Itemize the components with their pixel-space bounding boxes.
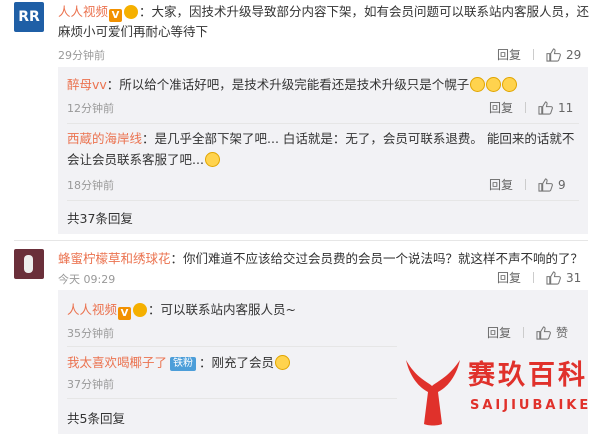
watermark-brand: 赛玖百科	[468, 360, 588, 391]
reply-text: ：可以联系站内客服人员~	[148, 302, 296, 317]
more-replies-link[interactable]: 共37条回复	[67, 208, 133, 227]
reply-text: ：是几乎全部下架了吧... 白话就是：无了，会员可联系退费。 能回来的话就不	[142, 131, 575, 146]
divider	[67, 200, 579, 201]
divider	[67, 123, 579, 124]
comment-text-cont: 麻烦小可爱们再耐心等待下	[58, 24, 209, 39]
like-label[interactable]: 赞	[556, 324, 568, 341]
reply-button[interactable]: 回复	[497, 46, 521, 63]
divider	[67, 346, 397, 347]
reply-text: ：所以给个准话好吧，是技术升级完能看还是技术升级只是个幌子	[106, 77, 470, 92]
reply-timestamp: 37分钟前	[67, 378, 114, 391]
like-thumb-icon[interactable]	[546, 270, 561, 285]
like-count: 11	[558, 100, 574, 115]
like-count: 31	[566, 270, 582, 285]
like-count: 29	[566, 47, 582, 62]
reply-actions: 回复 赞	[487, 324, 568, 341]
reply-username[interactable]: 西蔵的海岸线	[67, 131, 142, 146]
like-thumb-icon[interactable]	[546, 47, 561, 62]
verified-v-icon: V	[118, 307, 132, 320]
like-thumb-icon[interactable]	[536, 325, 551, 340]
reply-button[interactable]: 回复	[489, 176, 513, 193]
comment-actions: 回复 29	[497, 46, 581, 63]
watermark: 赛玖百科 SAIJIUBAIKE	[396, 350, 594, 434]
reply-button[interactable]: 回复	[497, 269, 521, 286]
comment-actions: 回复 31	[497, 269, 581, 286]
reply-item: 西蔵的海岸线：是几乎全部下架了吧... 白话就是：无了，会员可联系退费。 能回来…	[67, 129, 574, 148]
timestamp: 29分钟前	[58, 49, 105, 62]
comment-text: ：你们难道不应该给交过会员费的会员一个说法吗？就这样不声不响的了？	[170, 251, 584, 266]
whale-tail-logo-icon	[406, 360, 460, 426]
avatar-renren[interactable]: RR	[14, 2, 44, 32]
divider	[533, 272, 535, 283]
reply-item: 我太喜欢喝椰子了 铁粉 ：刚充了会员	[67, 353, 291, 372]
like-count: 9	[558, 177, 566, 192]
reply-actions: 回复 11	[489, 99, 573, 116]
comment-header: 人人视频 V ：大家，因技术升级导致部分内容下架，如有会员问题可以联系站内客服人员，…	[58, 2, 589, 22]
reply-item: 醉母vv：所以给个准话好吧，是技术升级完能看还是技术升级只是个幌子	[67, 75, 518, 94]
reply-timestamp: 12分钟前	[67, 102, 114, 115]
verified-v-icon: V	[109, 9, 123, 22]
tears-laugh-emoji-icon	[204, 152, 220, 167]
comment-divider	[14, 240, 588, 241]
timestamp: 今天 09:29	[58, 273, 116, 286]
reply-button[interactable]: 回复	[489, 99, 513, 116]
reply-button[interactable]: 回复	[487, 324, 511, 341]
avatar[interactable]	[14, 249, 44, 279]
reply-text: ：刚充了会员	[199, 355, 275, 370]
fan-badge-icon	[124, 5, 139, 19]
divider	[523, 327, 525, 338]
reply-timestamp: 35分钟前	[67, 327, 114, 340]
username[interactable]: 人人视频	[58, 4, 108, 19]
comment-text: ：大家，因技术升级导致部分内容下架，如有会员问题可以联系站内客服人员，还	[139, 4, 590, 19]
laugh-emoji-icon	[470, 77, 486, 92]
fan-badge-icon	[133, 303, 148, 317]
reply-text-cont: 会让会员联系客服了吧...	[67, 152, 204, 167]
comment-header: 蜂蜜柠檬草和绣球花：你们难道不应该给交过会员费的会员一个说法吗？就这样不声不响的…	[58, 249, 583, 268]
reply-timestamp: 18分钟前	[67, 179, 114, 192]
reply-item: 人人视频 V ：可以联系站内客服人员~	[67, 300, 296, 320]
watermark-sub: SAIJIUBAIKE	[470, 398, 592, 413]
like-thumb-icon[interactable]	[538, 100, 553, 115]
like-thumb-icon[interactable]	[538, 177, 553, 192]
reply-actions: 回复 9	[489, 176, 566, 193]
divider	[525, 179, 527, 190]
divider	[67, 398, 397, 399]
reply-username[interactable]: 人人视频	[67, 302, 117, 317]
divider	[533, 49, 535, 60]
reply-text-cont-line: 会让会员联系客服了吧...	[67, 150, 220, 169]
divider	[525, 102, 527, 113]
reply-username[interactable]: 醉母vv	[67, 77, 107, 92]
iron-fan-tag: 铁粉	[170, 357, 197, 371]
reply-username[interactable]: 我太喜欢喝椰子了	[67, 355, 167, 370]
more-replies-link[interactable]: 共5条回复	[67, 408, 125, 427]
laugh-emoji-icon	[486, 77, 502, 92]
username[interactable]: 蜂蜜柠檬草和绣球花	[58, 251, 171, 266]
crying-emoji-icon	[275, 355, 291, 370]
laugh-emoji-icon	[502, 77, 518, 92]
